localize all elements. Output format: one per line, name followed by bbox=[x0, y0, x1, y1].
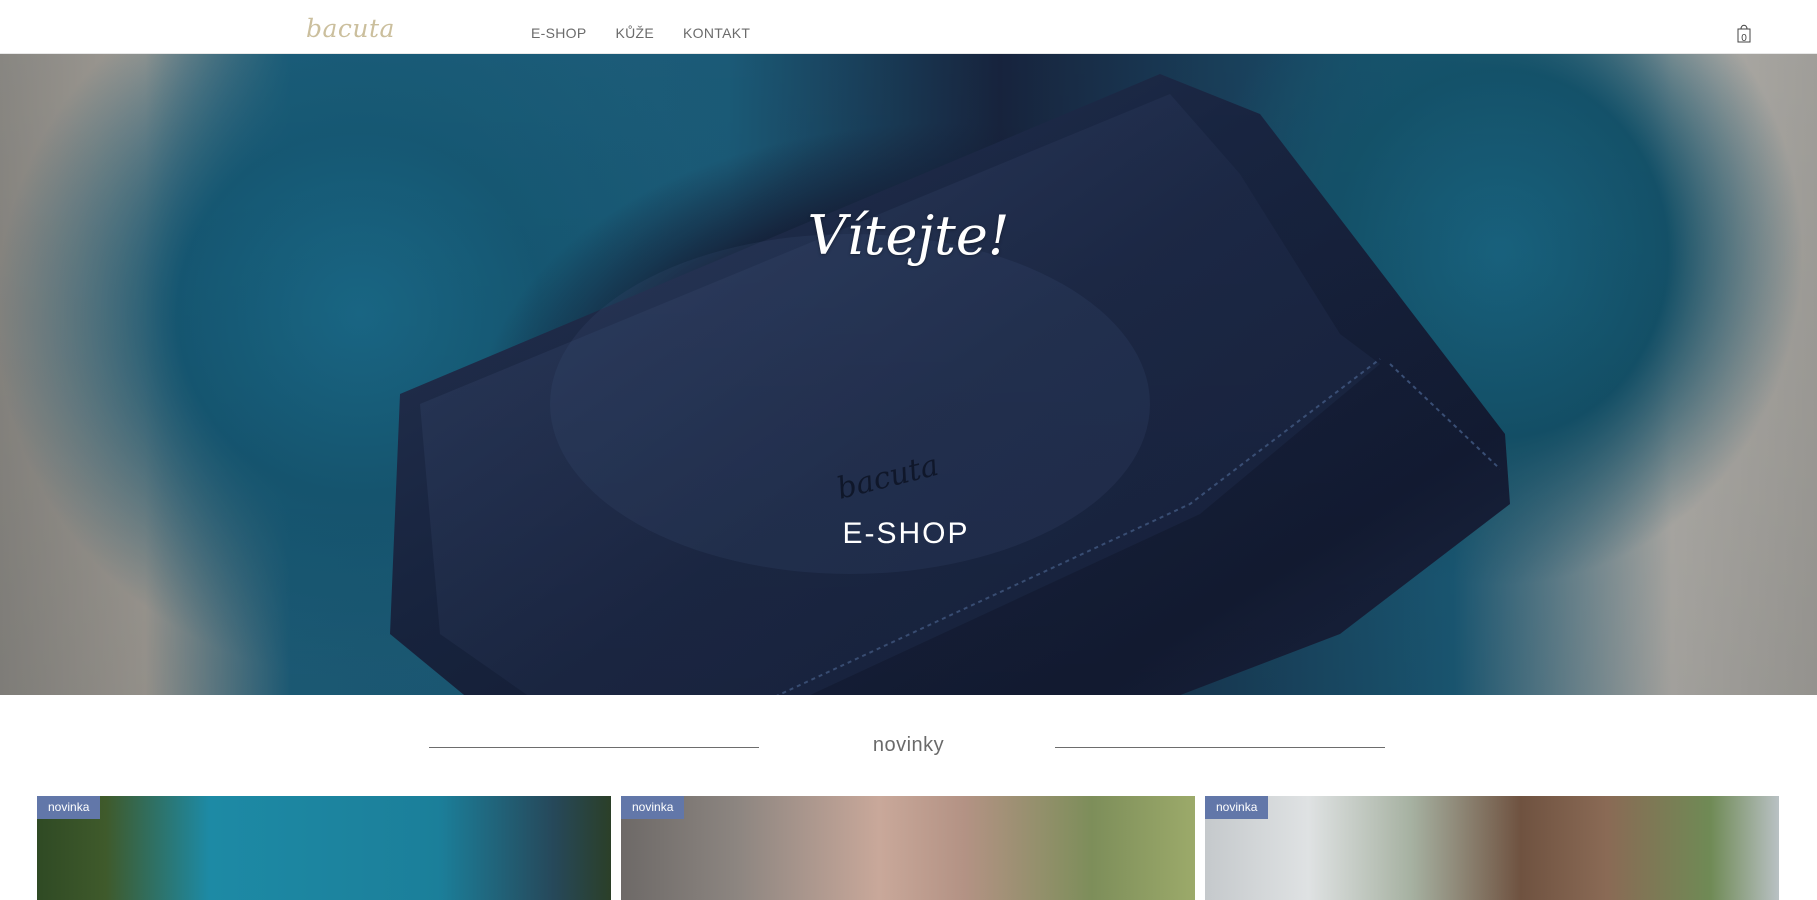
new-badge: novinka bbox=[1205, 796, 1269, 819]
product-grid: novinka novinka novinka bbox=[37, 796, 1780, 900]
hero-banner: bacuta Vítejte! E-SHOP bbox=[0, 54, 1817, 695]
nav-item-kontakt[interactable]: KONTAKT bbox=[683, 25, 750, 41]
product-card[interactable]: novinka bbox=[621, 796, 1195, 900]
new-badge: novinka bbox=[621, 796, 685, 819]
cart-button[interactable]: 0 bbox=[1737, 21, 1751, 44]
product-card[interactable]: novinka bbox=[1205, 796, 1779, 900]
nav-item-kuze[interactable]: KŮŽE bbox=[615, 25, 654, 41]
hero-overlay bbox=[0, 54, 1817, 695]
new-badge: novinka bbox=[37, 796, 101, 819]
site-logo[interactable]: bacuta bbox=[306, 14, 395, 43]
hero-eshop-button[interactable]: E-SHOP bbox=[826, 509, 986, 559]
section-header: novinky bbox=[0, 730, 1817, 766]
cart-count: 0 bbox=[1741, 33, 1747, 44]
nav-item-eshop[interactable]: E-SHOP bbox=[531, 25, 586, 41]
section-title: novinky bbox=[872, 734, 945, 756]
hero-title: Vítejte! bbox=[807, 204, 1010, 267]
divider-right bbox=[1055, 747, 1385, 748]
site-header: bacuta E-SHOP KŮŽE KONTAKT 0 bbox=[0, 0, 1817, 54]
product-card[interactable]: novinka bbox=[37, 796, 611, 900]
main-nav: E-SHOP KŮŽE KONTAKT bbox=[531, 25, 750, 41]
